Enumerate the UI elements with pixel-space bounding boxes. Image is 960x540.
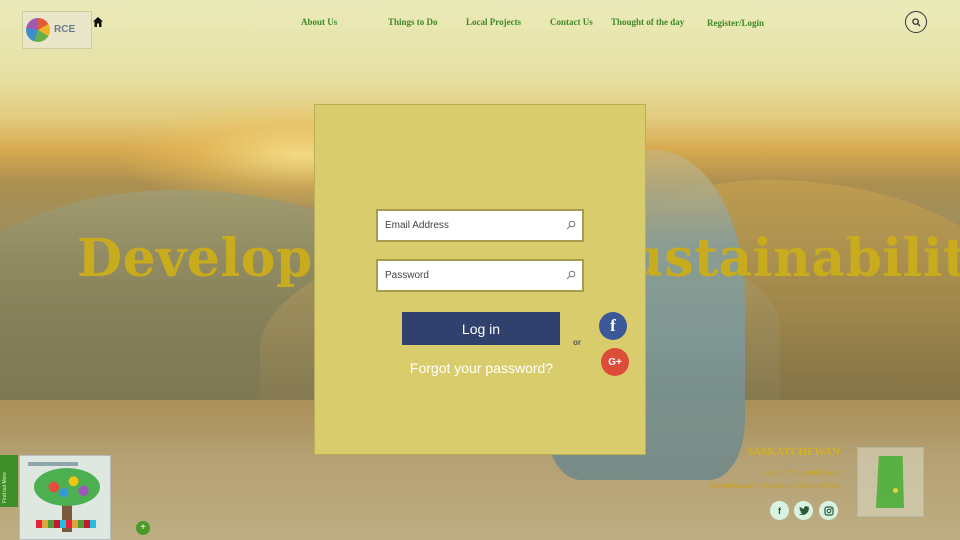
password-input[interactable] (378, 261, 565, 290)
nav-about-us[interactable]: About Us (301, 17, 337, 27)
facebook-icon: f (610, 316, 616, 335)
sdg-tree-poster[interactable] (19, 455, 111, 540)
twitter-footer-icon[interactable] (794, 501, 813, 520)
email-field[interactable] (376, 209, 584, 242)
nav-thought-of-the-day[interactable]: Thought of the day (611, 17, 684, 27)
sdg-icons-strip (36, 520, 96, 528)
location-line-2: Saskatchewan's Grasslands National Park (708, 483, 840, 490)
tree-crown (34, 468, 100, 506)
search-icon (566, 270, 576, 280)
instagram-icon (823, 505, 834, 516)
poster-header (28, 462, 78, 466)
nav-things-to-do[interactable]: Things to Do (388, 17, 438, 27)
facebook-footer-icon[interactable]: f (770, 501, 789, 520)
facebook-login-button[interactable]: f (599, 312, 627, 340)
main-nav: About Us Things to Do Local Projects Con… (0, 17, 960, 31)
nav-register-login[interactable]: Register/Login (707, 18, 764, 28)
search-button[interactable] (905, 11, 927, 33)
facebook-icon: f (778, 505, 781, 516)
google-plus-icon: G+ (608, 356, 622, 368)
forgot-password-link[interactable]: Forgot your password? (404, 360, 559, 376)
find-out-more-label: Find out More (2, 472, 8, 503)
login-button[interactable]: Log in (402, 312, 560, 345)
search-icon (911, 17, 921, 27)
nav-contact-us[interactable]: Contact Us (550, 17, 593, 27)
province-shape (876, 456, 904, 508)
search-icon (566, 220, 576, 230)
google-login-button[interactable]: G+ (601, 348, 629, 376)
email-input[interactable] (378, 211, 565, 240)
login-modal: Log in or Forgot your password? f G+ (314, 104, 646, 455)
map-marker-icon (893, 488, 898, 493)
nav-local-projects[interactable]: Local Projects (466, 17, 521, 27)
saskatchewan-map[interactable] (857, 447, 924, 517)
location-line-1: Land of Thousand Lakes (763, 470, 840, 477)
password-field[interactable] (376, 259, 584, 292)
instagram-footer-icon[interactable] (819, 501, 838, 520)
location-title: SASKATCHEWAN (747, 446, 840, 458)
find-out-more-tab[interactable]: Find out More (0, 455, 18, 507)
twitter-icon (798, 506, 809, 515)
or-label: or (573, 338, 581, 347)
expand-button[interactable]: + (136, 521, 150, 535)
